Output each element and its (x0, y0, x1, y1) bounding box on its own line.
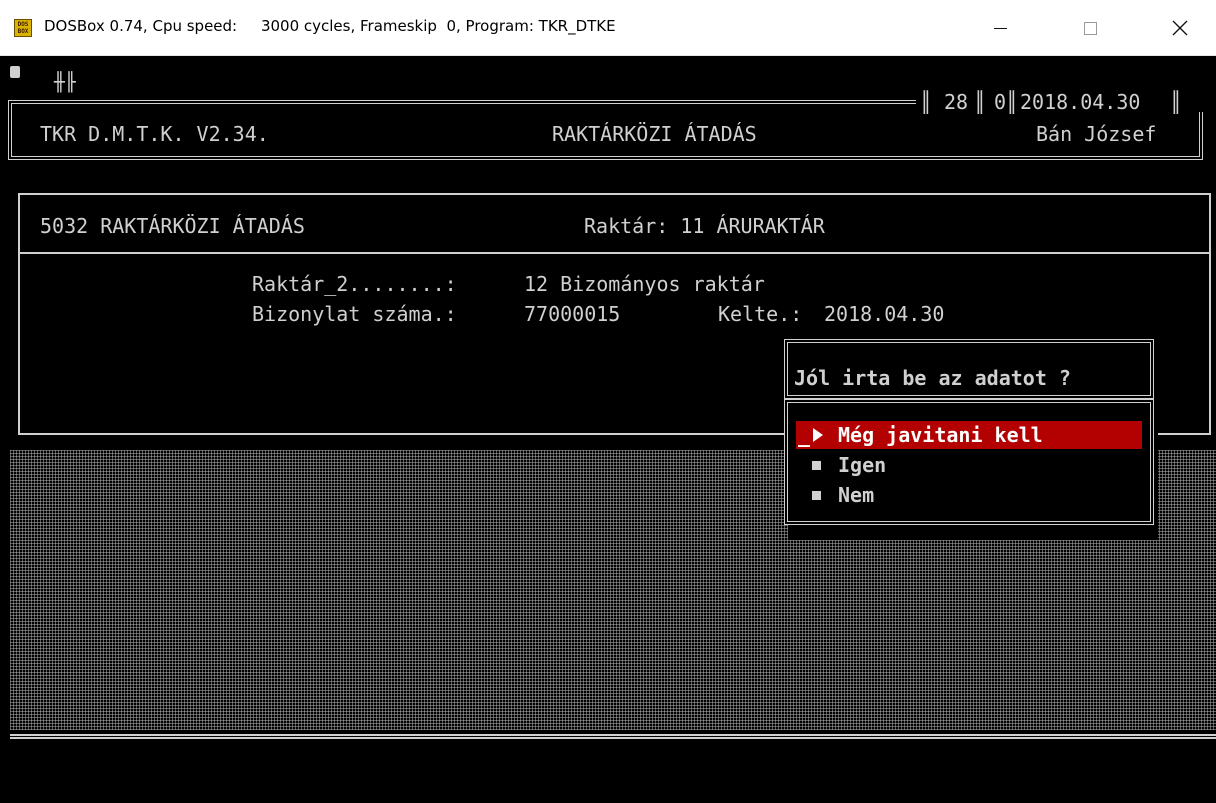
dialog-question: Jól irta be az adatot ? (794, 366, 1071, 390)
dialog-option-igen[interactable]: Igen (838, 453, 886, 477)
window-title: DOSBox 0.74, Cpu speed: 3000 cycles, Fra… (44, 17, 616, 35)
dialog-option-nem[interactable]: Nem (838, 483, 874, 507)
dosbox-app-icon[interactable]: DOS BOX (14, 19, 32, 37)
field-value-bizonylat[interactable]: 77000015 (524, 302, 620, 326)
bullet-icon (812, 491, 821, 500)
smiley-icon (10, 66, 20, 78)
panel-title: 5032 RAKTÁRKÖZI ÁTADÁS (40, 214, 305, 238)
user-name: Bán József (1036, 122, 1157, 146)
header-status-sep-2: ║ (974, 90, 987, 114)
header-date: 2018.04.30 (1020, 90, 1141, 114)
close-icon (1172, 20, 1188, 36)
status-bar-border (10, 734, 1216, 739)
field-label-bizonylat: Bizonylat száma.: (252, 302, 457, 326)
app-name: TKR D.M.T.K. V2.34. (40, 122, 269, 146)
dialog-option-javitani[interactable]: Még javitani kell (838, 423, 1043, 447)
counter-1: 28 (944, 90, 969, 114)
minimize-button[interactable] (966, 0, 1034, 56)
screen-title: RAKTÁRKÖZI ÁTADÁS (552, 122, 757, 146)
bullet-icon (812, 461, 821, 470)
panel-warehouse: Raktár: 11 ÁRURAKTÁR (584, 214, 825, 238)
dos-screen[interactable]: ╫╟ ║ 28 ║ 0 ║ 2018.04.30 ║ TKR D.M.T.K. … (0, 56, 1216, 803)
window-titlebar: DOS BOX DOSBox 0.74, Cpu speed: 3000 cyc… (0, 0, 1216, 56)
counter-2: 0 (994, 90, 1007, 114)
close-button[interactable] (1146, 0, 1214, 56)
panel-divider (18, 252, 1211, 254)
header-status-sep-3: ║ (1006, 90, 1019, 114)
header-status-sep-1: ║ (920, 90, 933, 114)
field-value-kelte[interactable]: 2018.04.30 (824, 302, 944, 326)
field-value-raktar-2[interactable]: 12 Bizományos raktár (524, 272, 765, 296)
maximize-icon (1083, 21, 1097, 35)
minimize-icon (993, 27, 1007, 29)
maximize-button[interactable] (1056, 0, 1124, 56)
field-label-raktar-2: Raktár_2........: (252, 272, 457, 296)
pointer-arrow-icon (813, 428, 823, 442)
header-status-sep-4: ║ (1170, 90, 1183, 114)
selection-cursor-icon: _ (798, 423, 811, 447)
header-tab-marks: ╫╟ (54, 72, 76, 93)
field-label-kelte: Kelte.: (718, 302, 803, 326)
